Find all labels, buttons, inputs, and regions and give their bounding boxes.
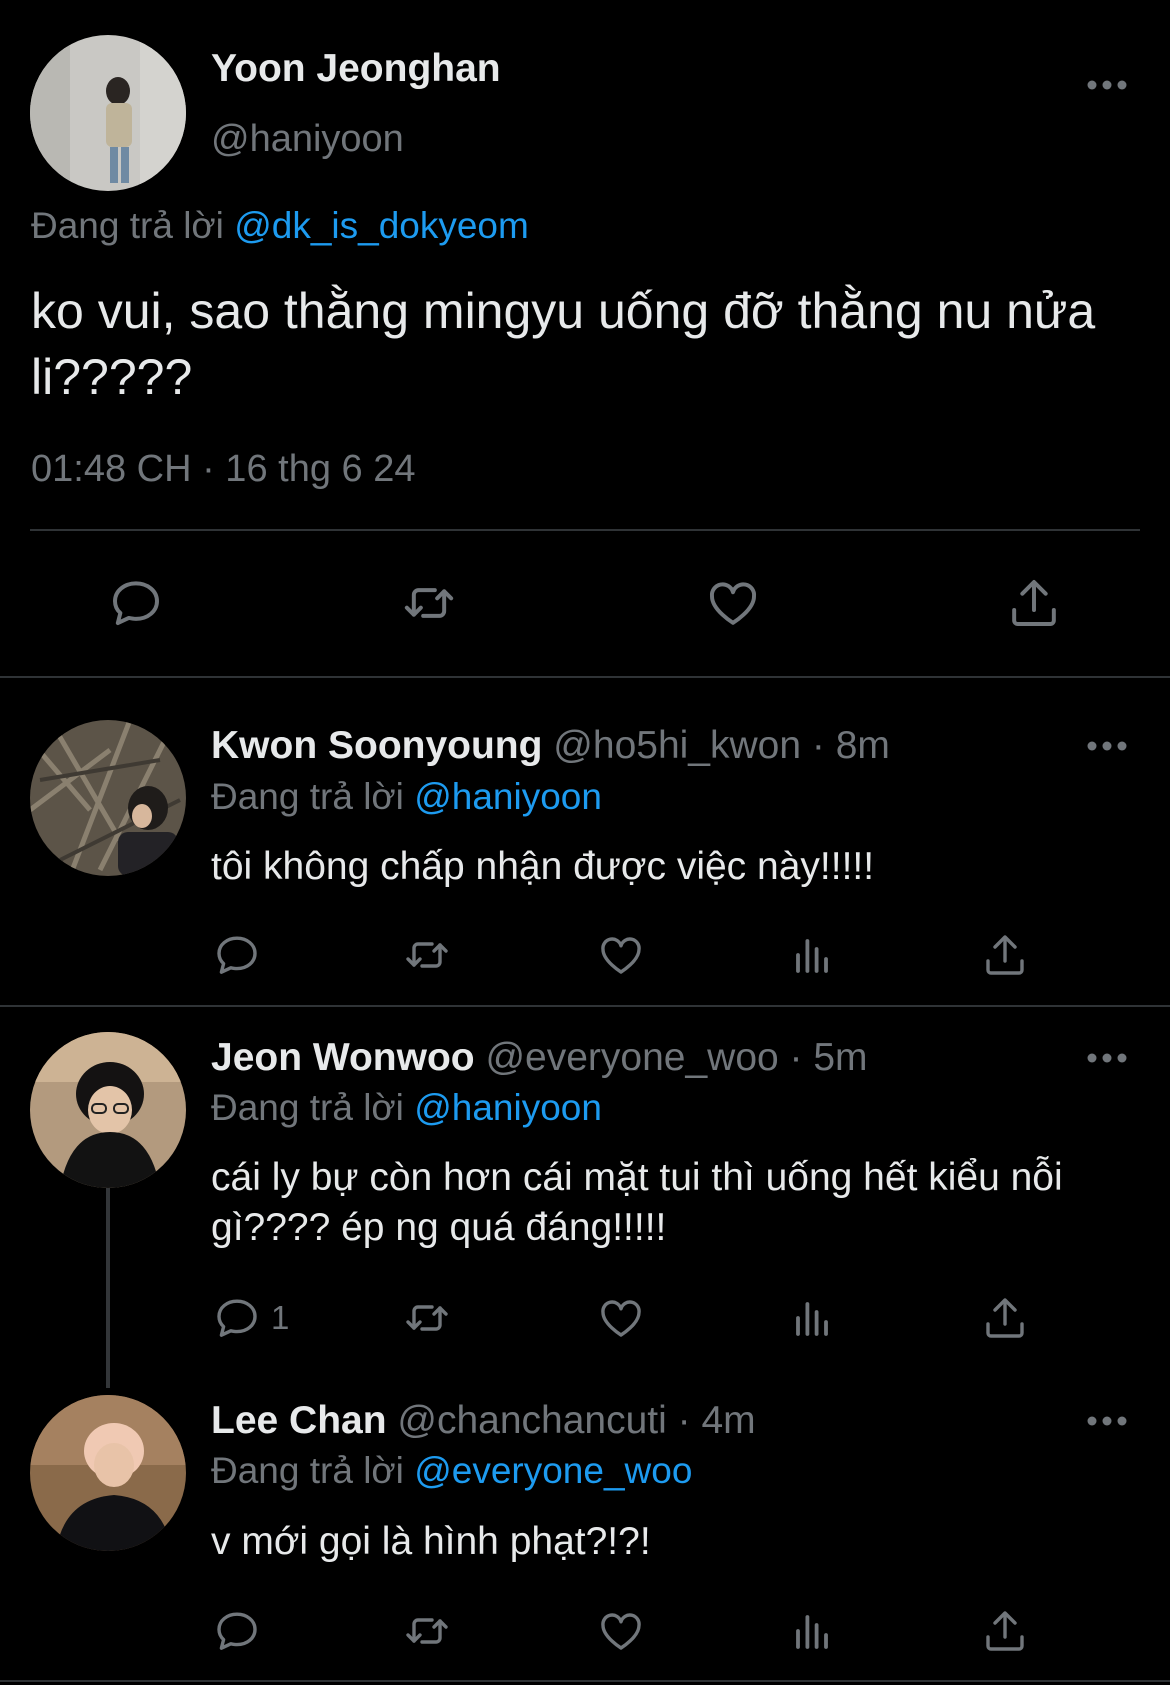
reply-header: Lee Chan @chanchancuti · 4m [211,1399,756,1443]
more-options-icon[interactable] [1082,73,1132,97]
share-icon [986,1611,1024,1651]
reply-author-name[interactable]: Lee Chan [211,1399,387,1442]
views-button[interactable] [788,1607,836,1655]
reply-author-name[interactable]: Jeon Wonwoo [211,1036,475,1079]
replying-to: Đang trả lời @haniyoon [211,1087,602,1129]
reply-button[interactable] [213,931,271,979]
reply-button[interactable]: 1 [213,1294,289,1342]
like-button[interactable] [597,931,645,979]
reply-count: 1 [271,1299,290,1336]
author-name[interactable]: Yoon Jeonghan [211,47,501,91]
retweet-icon [406,1305,448,1331]
reply-icon [217,1299,257,1337]
views-button[interactable] [788,1294,836,1342]
more-options-icon[interactable] [1082,1046,1132,1070]
views-icon [796,1302,828,1336]
avatar-kwon-soonyoung[interactable] [30,720,186,876]
like-button[interactable] [597,1294,645,1342]
reply-author-handle[interactable]: @everyone_woo · 5m [485,1036,867,1079]
tweet-timestamp[interactable]: 01:48 CH · 16 thg 6 24 [31,448,415,491]
retweet-icon [406,1618,448,1644]
reply-button[interactable] [108,575,164,631]
reply-author-handle[interactable]: @chanchancuti · 4m [397,1399,755,1442]
share-icon [986,935,1024,975]
retweet-button[interactable] [403,1294,451,1342]
divider [0,1005,1170,1007]
replying-to-handle[interactable]: @haniyoon [414,1087,602,1128]
replying-to-handle[interactable]: @haniyoon [414,776,602,817]
share-icon [986,1298,1024,1338]
like-icon [601,937,641,974]
reply-icon [113,581,159,626]
more-options-icon[interactable] [1082,1409,1132,1433]
reply-button[interactable] [213,1607,271,1655]
replying-to-label: Đang trả lời [211,1087,404,1128]
share-button[interactable] [981,1607,1029,1655]
avatar-lee-chan[interactable] [30,1395,186,1551]
divider [30,529,1140,531]
reply-icon [217,936,257,974]
views-button[interactable] [788,931,836,979]
reply-author-name[interactable]: Kwon Soonyoung [211,724,542,767]
retweet-icon [404,588,454,618]
reply-icon [217,1612,257,1650]
replying-to-label: Đang trả lời [31,205,224,246]
share-button[interactable] [981,931,1029,979]
like-icon [601,1613,641,1650]
replying-to-handle[interactable]: @dk_is_dokyeom [234,205,529,246]
author-handle[interactable]: @haniyoon [211,118,404,161]
like-button[interactable] [597,1607,645,1655]
share-button[interactable] [981,1294,1029,1342]
retweet-button[interactable] [401,575,457,631]
divider [0,1680,1170,1682]
like-icon [710,582,756,625]
retweet-icon [406,942,448,968]
views-icon [796,1615,828,1649]
like-icon [601,1300,641,1337]
replying-to: Đang trả lời @dk_is_dokyeom [31,205,529,247]
reply-header: Kwon Soonyoung @ho5hi_kwon · 8m [211,724,890,768]
reply-author-handle[interactable]: @ho5hi_kwon · 8m [553,724,890,767]
reply-text: tôi không chấp nhận được việc này!!!!! [211,845,875,888]
retweet-button[interactable] [403,1607,451,1655]
avatar-jeon-wonwoo[interactable] [30,1032,186,1188]
views-icon [796,939,828,973]
avatar-yoon-jeonghan[interactable] [30,35,186,191]
replying-to-label: Đang trả lời [211,776,404,817]
replying-to-label: Đang trả lời [211,1450,404,1491]
share-icon [1012,580,1056,626]
replying-to-handle[interactable]: @everyone_woo [414,1450,692,1491]
tweet-text: ko vui, sao thằng mingyu uống đỡ thằng n… [31,283,1096,405]
thread-connector-line [106,1188,110,1388]
replying-to: Đang trả lời @everyone_woo [211,1450,692,1492]
like-button[interactable] [705,575,761,631]
reply-text: cái ly bự còn hơn cái mặt tui thì uống h… [211,1156,1063,1249]
divider [0,676,1170,678]
reply-text: v mới gọi là hình phạt?!?! [211,1520,651,1563]
retweet-button[interactable] [403,931,451,979]
more-options-icon[interactable] [1082,734,1132,758]
share-button[interactable] [1006,575,1062,631]
reply-header: Jeon Wonwoo @everyone_woo · 5m [211,1036,868,1080]
replying-to: Đang trả lời @haniyoon [211,776,602,818]
